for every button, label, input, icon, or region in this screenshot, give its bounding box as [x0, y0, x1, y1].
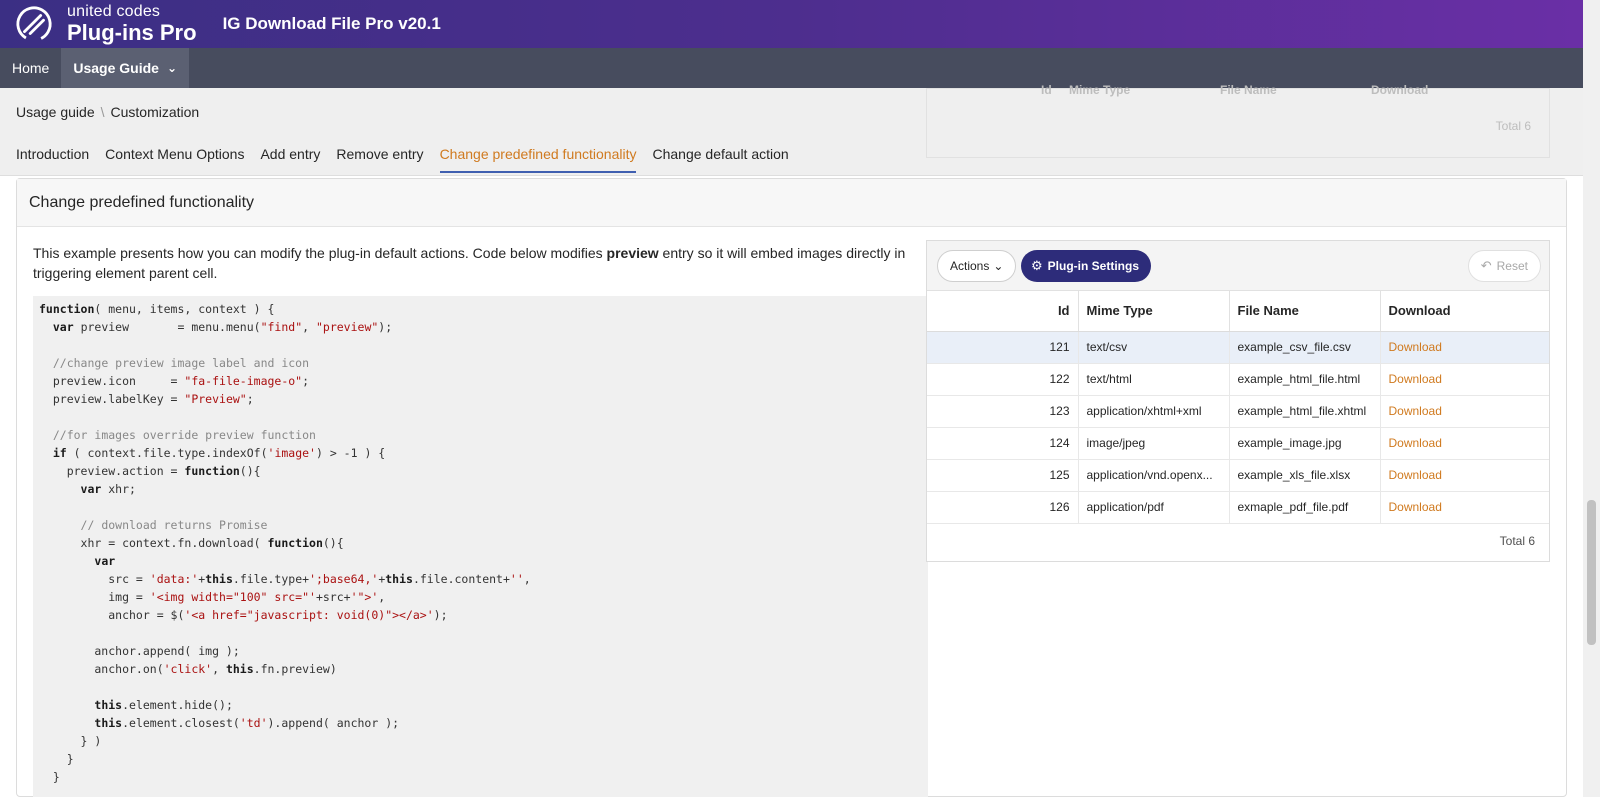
download-link[interactable]: Download	[1389, 500, 1442, 514]
nav-item-home[interactable]: Home	[0, 48, 61, 88]
download-link[interactable]: Download	[1389, 372, 1442, 386]
table-row[interactable]: 121 text/csv example_csv_file.csv Downlo…	[927, 331, 1549, 364]
table-row[interactable]: 123 application/xhtml+xml example_html_f…	[927, 395, 1549, 428]
tab-add-entry[interactable]: Add entry	[260, 146, 320, 173]
plugin-settings-button[interactable]: ⚙ Plug-in Settings	[1021, 250, 1151, 282]
interactive-grid: Actions ⌄ ⚙ Plug-in Settings ↶ Reset Id …	[926, 240, 1550, 562]
ghost-col-file: File Name	[1220, 83, 1277, 97]
app-header: united codes Plug-ins Pro IG Download Fi…	[0, 0, 1583, 48]
reset-label: Reset	[1496, 259, 1528, 273]
cell-download[interactable]: Download	[1380, 331, 1549, 364]
chevron-down-icon: ⌄	[993, 259, 1004, 273]
cell-id[interactable]: 124	[927, 427, 1079, 460]
nav-item-usage-guide[interactable]: Usage Guide ⌄	[61, 48, 190, 88]
tab-change-default-action[interactable]: Change default action	[652, 146, 788, 173]
nav-item-label: Usage Guide	[73, 60, 159, 76]
chevron-down-icon: ⌄	[166, 61, 178, 75]
cell-mime-type[interactable]: text/csv	[1078, 331, 1230, 364]
table-row[interactable]: 125 application/vnd.openx... example_xls…	[927, 459, 1549, 492]
reset-button[interactable]: ↶ Reset	[1467, 250, 1541, 282]
cell-id[interactable]: 123	[927, 395, 1079, 428]
gear-icon: ⚙	[1031, 258, 1043, 273]
tab-change-predefined-functionality[interactable]: Change predefined functionality	[439, 146, 637, 173]
plugin-settings-label: Plug-in Settings	[1047, 259, 1139, 273]
ghost-total: Total 6	[1495, 119, 1531, 133]
reset-icon: ↶	[1480, 258, 1492, 273]
table-header-row: Id Mime Type File Name Download	[927, 291, 1549, 332]
intro-text: This example presents how you can modify…	[33, 243, 913, 283]
brand-top-text: united codes	[67, 3, 161, 20]
table-row[interactable]: 122 text/html example_html_file.html Dow…	[927, 363, 1549, 396]
grid-footer: Total 6	[927, 524, 1549, 558]
tab-context-menu-options[interactable]: Context Menu Options	[105, 146, 244, 173]
download-link[interactable]: Download	[1389, 404, 1442, 418]
breadcrumb-parent[interactable]: Usage guide	[16, 104, 95, 120]
download-link[interactable]: Download	[1389, 340, 1442, 354]
cell-mime-type[interactable]: text/html	[1078, 363, 1230, 396]
cell-file-name[interactable]: example_image.jpg	[1229, 427, 1381, 460]
brand-bottom-text: Plug-ins Pro	[67, 20, 197, 45]
cell-mime-type[interactable]: image/jpeg	[1078, 427, 1230, 460]
download-link[interactable]: Download	[1389, 436, 1442, 450]
download-link[interactable]: Download	[1389, 468, 1442, 482]
cell-file-name[interactable]: example_csv_file.csv	[1229, 331, 1381, 364]
cell-id[interactable]: 122	[927, 363, 1079, 396]
cell-file-name[interactable]: example_xls_file.xlsx	[1229, 459, 1381, 492]
cell-file-name[interactable]: example_html_file.xhtml	[1229, 395, 1381, 428]
total-count: Total 6	[1499, 533, 1535, 548]
cell-file-name[interactable]: example_html_file.html	[1229, 363, 1381, 396]
grid-toolbar: Actions ⌄ ⚙ Plug-in Settings ↶ Reset	[927, 241, 1549, 291]
ghost-col-mime: Mime Type	[1069, 83, 1131, 97]
scrollbar-thumb[interactable]	[1587, 500, 1596, 645]
tabs: Introduction Context Menu Options Add en…	[16, 146, 789, 173]
cell-download[interactable]: Download	[1380, 427, 1549, 460]
cell-mime-type[interactable]: application/pdf	[1078, 491, 1230, 524]
cell-id[interactable]: 126	[927, 491, 1079, 524]
cell-mime-type[interactable]: application/vnd.openx...	[1078, 459, 1230, 492]
tab-remove-entry[interactable]: Remove entry	[336, 146, 423, 173]
app-title: IG Download File Pro v20.1	[222, 14, 441, 33]
nav-bar: Home Usage Guide ⌄	[0, 48, 1583, 88]
faded-grid-preview: Id Mime Type File Name Download Total 6	[926, 83, 1550, 158]
cell-id[interactable]: 121	[927, 331, 1079, 364]
column-header-id[interactable]: Id	[927, 291, 1079, 332]
cell-id[interactable]: 125	[927, 459, 1079, 492]
column-header-file-name[interactable]: File Name	[1229, 291, 1381, 332]
column-header-download[interactable]: Download	[1380, 291, 1549, 332]
scrollbar-track[interactable]	[1583, 0, 1600, 797]
intro-part-a: This example presents how you can modify…	[33, 245, 607, 261]
united-codes-logo-icon[interactable]	[15, 5, 53, 43]
table-row[interactable]: 126 application/pdf exmaple_pdf_file.pdf…	[927, 491, 1549, 524]
cell-download[interactable]: Download	[1380, 491, 1549, 524]
intro-preview-keyword: preview	[606, 245, 659, 261]
breadcrumb: Usage guide \ Customization	[16, 104, 199, 120]
column-header-mime-type[interactable]: Mime Type	[1078, 291, 1230, 332]
breadcrumb-separator: \	[100, 104, 105, 120]
card-title: Change predefined functionality	[17, 179, 1566, 227]
nav-item-label: Home	[12, 60, 50, 76]
cell-download[interactable]: Download	[1380, 363, 1549, 396]
brand[interactable]: united codes Plug-ins Pro	[67, 4, 197, 44]
actions-label: Actions	[950, 259, 990, 273]
cell-mime-type[interactable]: application/xhtml+xml	[1078, 395, 1230, 428]
ghost-col-id: Id	[1041, 83, 1052, 97]
grid-table: Id Mime Type File Name Download 121 text…	[927, 291, 1549, 524]
cell-download[interactable]: Download	[1380, 459, 1549, 492]
code-block: function( menu, items, context ) { var p…	[33, 296, 928, 797]
cell-download[interactable]: Download	[1380, 395, 1549, 428]
breadcrumb-current: Customization	[110, 104, 200, 120]
tab-introduction[interactable]: Introduction	[16, 146, 89, 173]
cell-file-name[interactable]: exmaple_pdf_file.pdf	[1229, 491, 1381, 524]
table-row[interactable]: 124 image/jpeg example_image.jpg Downloa…	[927, 427, 1549, 460]
ghost-col-download: Download	[1371, 83, 1429, 97]
actions-button[interactable]: Actions ⌄	[937, 250, 1017, 282]
